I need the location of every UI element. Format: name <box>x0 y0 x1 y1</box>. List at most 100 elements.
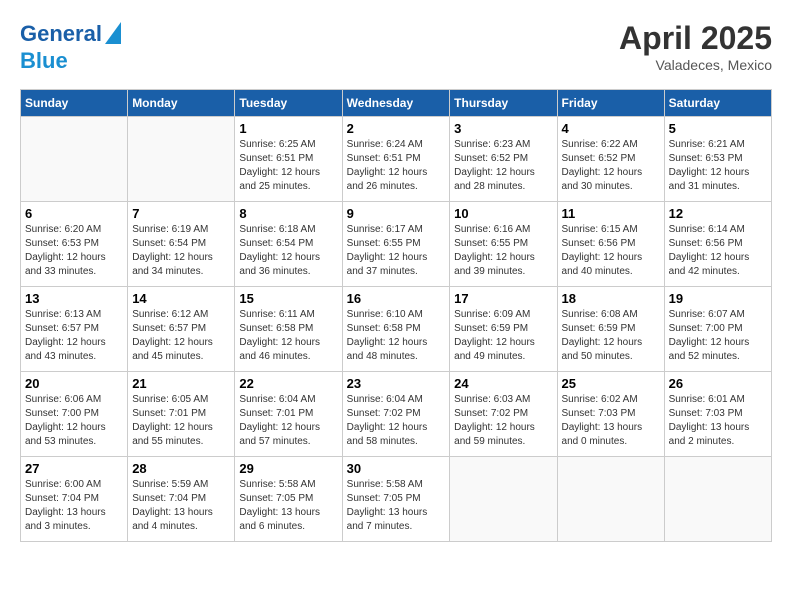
calendar-cell: 21 Sunrise: 6:05 AM Sunset: 7:01 PM Dayli… <box>128 372 235 457</box>
day-number: 6 <box>25 206 123 221</box>
day-number: 29 <box>239 461 337 476</box>
day-info: Sunrise: 6:04 AM Sunset: 7:01 PM Dayligh… <box>239 393 337 449</box>
logo: General Blue <box>20 20 121 73</box>
day-info: Sunrise: 6:00 AM Sunset: 7:04 PM Dayligh… <box>25 478 123 534</box>
day-info: Sunrise: 6:18 AM Sunset: 6:54 PM Dayligh… <box>239 223 337 279</box>
page-header: General Blue April 2025 Valadeces, Mexic… <box>20 20 772 73</box>
day-info: Sunrise: 5:58 AM Sunset: 7:05 PM Dayligh… <box>347 478 446 534</box>
day-number: 10 <box>454 206 552 221</box>
day-number: 26 <box>669 376 767 391</box>
day-info: Sunrise: 6:17 AM Sunset: 6:55 PM Dayligh… <box>347 223 446 279</box>
day-number: 23 <box>347 376 446 391</box>
day-info: Sunrise: 6:21 AM Sunset: 6:53 PM Dayligh… <box>669 138 767 194</box>
calendar-cell: 18Sunrise: 6:08 AM Sunset: 6:59 PM Dayli… <box>557 287 664 372</box>
calendar-cell: 25 Sunrise: 6:02 AM Sunset: 7:03 PM Dayli… <box>557 372 664 457</box>
calendar-cell: 29 Sunrise: 5:58 AM Sunset: 7:05 PM Dayli… <box>235 457 342 542</box>
logo-icon <box>105 22 121 44</box>
weekday-header-saturday: Saturday <box>664 90 771 117</box>
day-number: 17 <box>454 291 552 306</box>
calendar-cell: 27 Sunrise: 6:00 AM Sunset: 7:04 PM Dayli… <box>21 457 128 542</box>
day-info: Sunrise: 6:16 AM Sunset: 6:55 PM Dayligh… <box>454 223 552 279</box>
day-number: 25 <box>562 376 660 391</box>
calendar-week-5: 27 Sunrise: 6:00 AM Sunset: 7:04 PM Dayli… <box>21 457 772 542</box>
day-number: 1 <box>239 121 337 136</box>
day-info: Sunrise: 6:02 AM Sunset: 7:03 PM Dayligh… <box>562 393 660 449</box>
calendar-header: SundayMondayTuesdayWednesdayThursdayFrid… <box>21 90 772 117</box>
day-info: Sunrise: 6:25 AM Sunset: 6:51 PM Dayligh… <box>239 138 337 194</box>
logo-text-blue: Blue <box>20 49 68 73</box>
calendar-cell: 1 Sunrise: 6:25 AM Sunset: 6:51 PM Daylig… <box>235 117 342 202</box>
calendar-cell: 17 Sunrise: 6:09 AM Sunset: 6:59 PM Dayli… <box>450 287 557 372</box>
calendar-cell: 19Sunrise: 6:07 AM Sunset: 7:00 PM Dayli… <box>664 287 771 372</box>
day-info: Sunrise: 6:08 AM Sunset: 6:59 PM Dayligh… <box>562 308 660 364</box>
calendar-cell: 7Sunrise: 6:19 AM Sunset: 6:54 PM Daylig… <box>128 202 235 287</box>
weekday-header-row: SundayMondayTuesdayWednesdayThursdayFrid… <box>21 90 772 117</box>
day-number: 20 <box>25 376 123 391</box>
day-info: Sunrise: 6:04 AM Sunset: 7:02 PM Dayligh… <box>347 393 446 449</box>
month-title: April 2025 <box>619 20 772 57</box>
day-number: 22 <box>239 376 337 391</box>
location-subtitle: Valadeces, Mexico <box>619 57 772 73</box>
calendar-cell: 15 Sunrise: 6:11 AM Sunset: 6:58 PM Dayli… <box>235 287 342 372</box>
calendar-week-4: 20 Sunrise: 6:06 AM Sunset: 7:00 PM Dayli… <box>21 372 772 457</box>
day-number: 30 <box>347 461 446 476</box>
calendar-cell <box>450 457 557 542</box>
day-number: 27 <box>25 461 123 476</box>
day-info: Sunrise: 5:59 AM Sunset: 7:04 PM Dayligh… <box>132 478 230 534</box>
calendar-cell: 30 Sunrise: 5:58 AM Sunset: 7:05 PM Dayli… <box>342 457 450 542</box>
calendar-cell: 4Sunrise: 6:22 AM Sunset: 6:52 PM Daylig… <box>557 117 664 202</box>
weekday-header-friday: Friday <box>557 90 664 117</box>
calendar-body: 1 Sunrise: 6:25 AM Sunset: 6:51 PM Daylig… <box>21 117 772 542</box>
day-number: 2 <box>347 121 446 136</box>
weekday-header-sunday: Sunday <box>21 90 128 117</box>
weekday-header-tuesday: Tuesday <box>235 90 342 117</box>
day-info: Sunrise: 6:13 AM Sunset: 6:57 PM Dayligh… <box>25 308 123 364</box>
day-number: 12 <box>669 206 767 221</box>
day-info: Sunrise: 6:06 AM Sunset: 7:00 PM Dayligh… <box>25 393 123 449</box>
day-number: 11 <box>562 206 660 221</box>
calendar-cell: 13 Sunrise: 6:13 AM Sunset: 6:57 PM Dayli… <box>21 287 128 372</box>
calendar-cell: 16Sunrise: 6:10 AM Sunset: 6:58 PM Dayli… <box>342 287 450 372</box>
day-number: 8 <box>239 206 337 221</box>
day-number: 15 <box>239 291 337 306</box>
calendar-table: SundayMondayTuesdayWednesdayThursdayFrid… <box>20 89 772 542</box>
day-info: Sunrise: 6:05 AM Sunset: 7:01 PM Dayligh… <box>132 393 230 449</box>
calendar-cell: 3 Sunrise: 6:23 AM Sunset: 6:52 PM Daylig… <box>450 117 557 202</box>
day-number: 28 <box>132 461 230 476</box>
day-info: Sunrise: 6:01 AM Sunset: 7:03 PM Dayligh… <box>669 393 767 449</box>
calendar-cell: 26 Sunrise: 6:01 AM Sunset: 7:03 PM Dayli… <box>664 372 771 457</box>
calendar-week-1: 1 Sunrise: 6:25 AM Sunset: 6:51 PM Daylig… <box>21 117 772 202</box>
title-block: April 2025 Valadeces, Mexico <box>619 20 772 73</box>
day-info: Sunrise: 6:23 AM Sunset: 6:52 PM Dayligh… <box>454 138 552 194</box>
day-number: 19 <box>669 291 767 306</box>
calendar-cell <box>664 457 771 542</box>
day-number: 21 <box>132 376 230 391</box>
day-number: 7 <box>132 206 230 221</box>
day-number: 14 <box>132 291 230 306</box>
day-info: Sunrise: 6:03 AM Sunset: 7:02 PM Dayligh… <box>454 393 552 449</box>
calendar-cell: 23 Sunrise: 6:04 AM Sunset: 7:02 PM Dayli… <box>342 372 450 457</box>
day-number: 13 <box>25 291 123 306</box>
calendar-cell: 11Sunrise: 6:15 AM Sunset: 6:56 PM Dayli… <box>557 202 664 287</box>
day-info: Sunrise: 6:14 AM Sunset: 6:56 PM Dayligh… <box>669 223 767 279</box>
calendar-cell: 6 Sunrise: 6:20 AM Sunset: 6:53 PM Daylig… <box>21 202 128 287</box>
calendar-cell: 12 Sunrise: 6:14 AM Sunset: 6:56 PM Dayli… <box>664 202 771 287</box>
calendar-cell <box>128 117 235 202</box>
day-info: Sunrise: 6:20 AM Sunset: 6:53 PM Dayligh… <box>25 223 123 279</box>
day-number: 3 <box>454 121 552 136</box>
day-info: Sunrise: 6:11 AM Sunset: 6:58 PM Dayligh… <box>239 308 337 364</box>
day-info: Sunrise: 6:12 AM Sunset: 6:57 PM Dayligh… <box>132 308 230 364</box>
calendar-week-2: 6 Sunrise: 6:20 AM Sunset: 6:53 PM Daylig… <box>21 202 772 287</box>
day-number: 5 <box>669 121 767 136</box>
day-info: Sunrise: 6:09 AM Sunset: 6:59 PM Dayligh… <box>454 308 552 364</box>
calendar-cell: 24Sunrise: 6:03 AM Sunset: 7:02 PM Dayli… <box>450 372 557 457</box>
calendar-cell <box>557 457 664 542</box>
day-number: 9 <box>347 206 446 221</box>
calendar-cell: 22 Sunrise: 6:04 AM Sunset: 7:01 PM Dayli… <box>235 372 342 457</box>
day-info: Sunrise: 5:58 AM Sunset: 7:05 PM Dayligh… <box>239 478 337 534</box>
calendar-week-3: 13 Sunrise: 6:13 AM Sunset: 6:57 PM Dayli… <box>21 287 772 372</box>
weekday-header-wednesday: Wednesday <box>342 90 450 117</box>
day-number: 4 <box>562 121 660 136</box>
calendar-cell: 28 Sunrise: 5:59 AM Sunset: 7:04 PM Dayli… <box>128 457 235 542</box>
calendar-cell: 2Sunrise: 6:24 AM Sunset: 6:51 PM Daylig… <box>342 117 450 202</box>
